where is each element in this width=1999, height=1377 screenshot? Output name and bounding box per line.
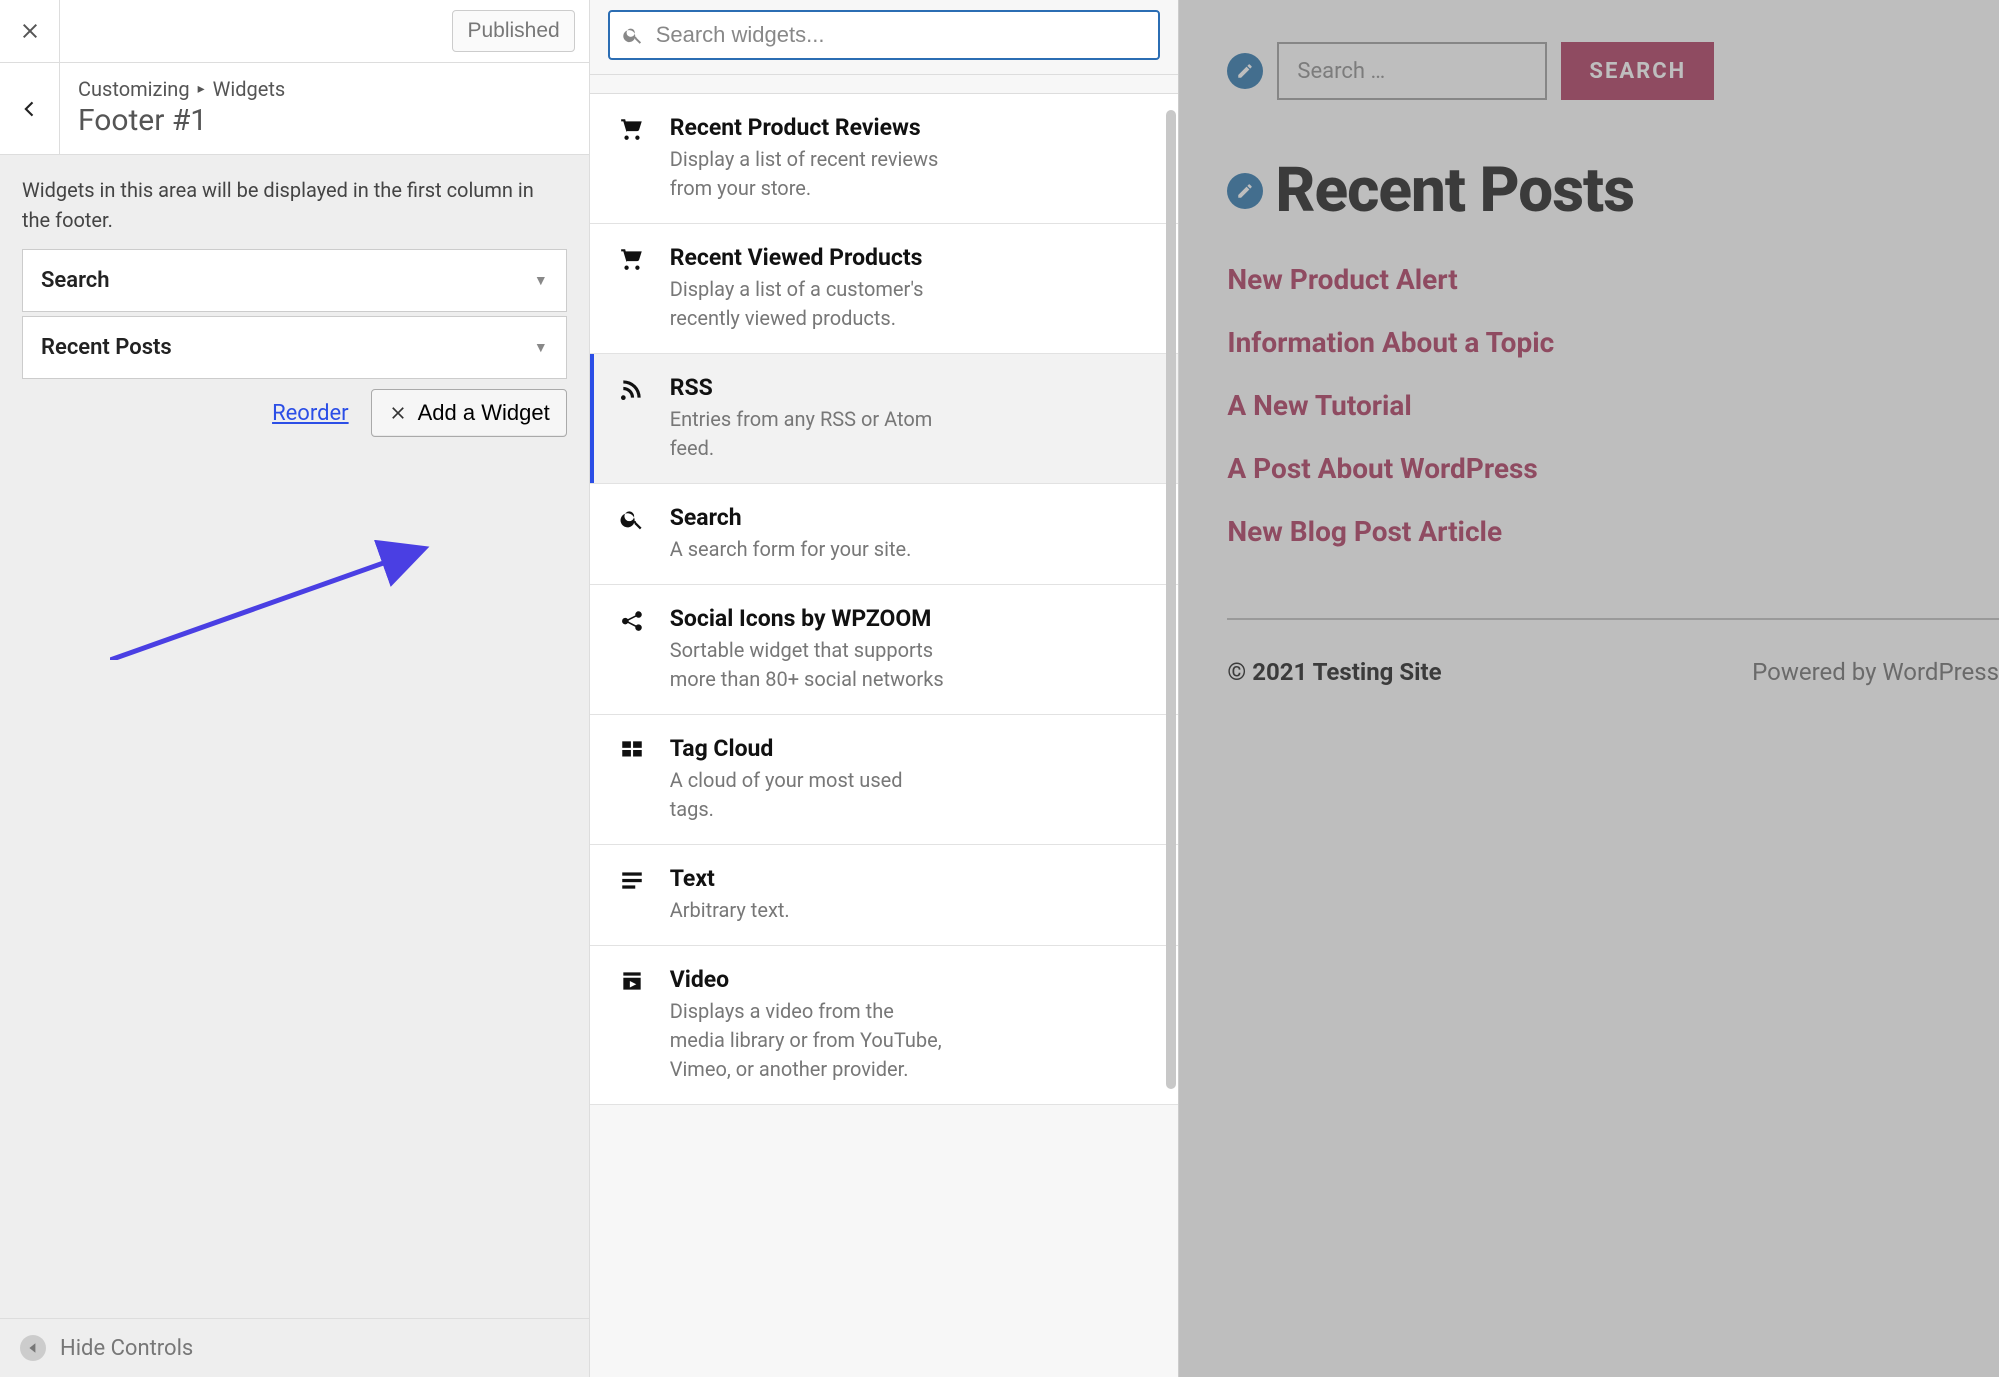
current-widget-label: Recent Posts (41, 335, 172, 360)
current-widget-search[interactable]: Search ▼ (22, 249, 567, 312)
widget-description: Arbitrary text. (670, 896, 790, 925)
available-widgets-panel: Recent Product Reviews Display a list of … (590, 0, 1180, 1377)
widget-text: Search A search form for your site. (670, 504, 912, 564)
add-widget-label: Add a Widget (418, 400, 550, 426)
available-widget-text[interactable]: Text Arbitrary text. (590, 845, 1179, 946)
widget-description: Sortable widget that supports more than … (670, 636, 950, 694)
available-widget-search[interactable]: Search A search form for your site. (590, 484, 1179, 585)
breadcrumb-widgets: Widgets (213, 77, 286, 101)
widget-actions: Reorder Add a Widget (0, 383, 589, 437)
widget-text: Social Icons by WPZOOM Sortable widget th… (670, 605, 950, 694)
reorder-link[interactable]: Reorder (272, 401, 349, 426)
widget-title: Video (670, 966, 950, 993)
cart-icon (616, 114, 648, 203)
widget-search-box[interactable] (608, 10, 1161, 60)
add-widget-button[interactable]: Add a Widget (371, 389, 567, 437)
current-widgets-list: Search ▼ Recent Posts ▼ (0, 249, 589, 383)
customizer-topbar: Published (0, 0, 589, 63)
lines-icon (616, 865, 648, 925)
search-icon (622, 24, 644, 46)
triangle-left-icon (27, 1342, 39, 1354)
widget-title: Recent Viewed Products (670, 244, 950, 271)
close-icon (18, 19, 42, 43)
customizer-sidebar: Published Customizing ▸ Widgets Footer #… (0, 0, 590, 1377)
available-widget-recent-viewed-products[interactable]: Recent Viewed Products Display a list of … (590, 224, 1179, 354)
chevron-left-icon (20, 99, 40, 119)
collapse-icon-circle (20, 1335, 46, 1361)
available-widget-video[interactable]: Video Displays a video from the media lib… (590, 946, 1179, 1105)
published-button[interactable]: Published (452, 10, 574, 52)
grid-icon (616, 735, 648, 824)
video-icon (616, 966, 648, 1084)
breadcrumb-separator-icon: ▸ (198, 81, 205, 97)
widget-description: A cloud of your most used tags. (670, 766, 950, 824)
chevron-down-icon: ▼ (534, 339, 548, 356)
widget-description: Displays a video from the media library … (670, 997, 950, 1084)
available-widget-recent-product-reviews[interactable]: Recent Product Reviews Display a list of … (590, 94, 1179, 224)
widget-title: Tag Cloud (670, 735, 950, 762)
breadcrumb: Customizing ▸ Widgets (78, 77, 571, 101)
close-icon (388, 403, 408, 423)
widget-title: Social Icons by WPZOOM (670, 605, 950, 632)
back-button[interactable] (0, 63, 60, 154)
widget-search-wrap (590, 0, 1179, 75)
available-widget-rss[interactable]: RSS Entries from any RSS or Atom feed. (590, 354, 1179, 484)
close-customizer-button[interactable] (0, 0, 60, 62)
widget-text: Text Arbitrary text. (670, 865, 790, 925)
widget-text: Recent Product Reviews Display a list of … (670, 114, 950, 203)
available-widget-social-icons-by-wpzoom[interactable]: Social Icons by WPZOOM Sortable widget th… (590, 585, 1179, 715)
widget-description: Entries from any RSS or Atom feed. (670, 405, 950, 463)
search-icon (616, 504, 648, 564)
widget-description: A search form for your site. (670, 535, 912, 564)
widget-text: Tag Cloud A cloud of your most used tags. (670, 735, 950, 824)
preview-dim-overlay (1179, 0, 1999, 1377)
widget-search-input[interactable] (656, 22, 1147, 48)
widget-title: Recent Product Reviews (670, 114, 950, 141)
widget-description: Display a list of recent reviews from yo… (670, 145, 950, 203)
area-description: Widgets in this area will be displayed i… (0, 155, 589, 249)
hide-controls-button[interactable]: Hide Controls (0, 1318, 589, 1377)
rss-icon (616, 374, 648, 463)
current-widget-label: Search (41, 268, 110, 293)
section-header: Customizing ▸ Widgets Footer #1 (0, 63, 589, 155)
scrollbar-thumb[interactable] (1166, 110, 1176, 1089)
site-preview: Search … SEARCH Recent Posts New Product… (1179, 0, 1999, 1377)
chevron-down-icon: ▼ (534, 272, 548, 289)
widget-title: Text (670, 865, 790, 892)
available-widget-tag-cloud[interactable]: Tag Cloud A cloud of your most used tags. (590, 715, 1179, 845)
share-icon (616, 605, 648, 694)
widget-title: RSS (670, 374, 950, 401)
widget-text: RSS Entries from any RSS or Atom feed. (670, 374, 950, 463)
breadcrumb-customizing: Customizing (78, 77, 190, 101)
available-widgets-list: Recent Product Reviews Display a list of … (590, 93, 1179, 1377)
publish-status-area: Published (60, 0, 589, 62)
widget-title: Search (670, 504, 912, 531)
section-title: Footer #1 (78, 103, 571, 138)
current-widget-recent-posts[interactable]: Recent Posts ▼ (22, 316, 567, 379)
widget-description: Display a list of a customer's recently … (670, 275, 950, 333)
cart-icon (616, 244, 648, 333)
section-labels: Customizing ▸ Widgets Footer #1 (60, 63, 589, 154)
widget-text: Video Displays a video from the media lib… (670, 966, 950, 1084)
hide-controls-label: Hide Controls (60, 1336, 193, 1361)
widgets-scrollbar[interactable] (1166, 110, 1176, 1365)
widget-text: Recent Viewed Products Display a list of … (670, 244, 950, 333)
